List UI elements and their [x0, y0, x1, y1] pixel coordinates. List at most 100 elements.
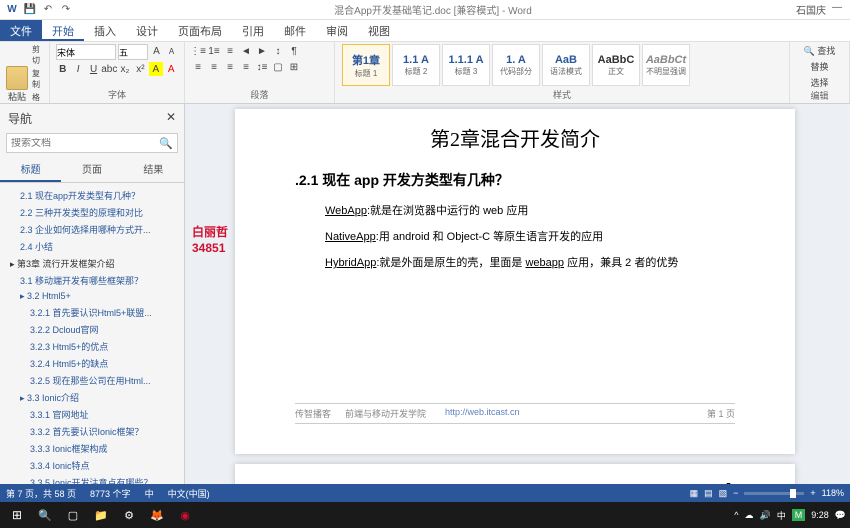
align-right-button[interactable]: ≡	[223, 60, 237, 74]
style-code[interactable]: 1. A代码部分	[492, 44, 540, 86]
undo-icon[interactable]: ↶	[40, 2, 56, 18]
firefox-icon[interactable]: 🦊	[144, 504, 170, 526]
style-heading3[interactable]: 1.1.1 A标题 3	[442, 44, 490, 86]
nav-heading-item[interactable]: 2.4 小结	[2, 238, 182, 255]
redo-icon[interactable]: ↷	[58, 2, 74, 18]
multilevel-button[interactable]: ≡	[223, 44, 237, 58]
status-page[interactable]: 第 7 页，共 58 页	[6, 487, 76, 500]
tab-design[interactable]: 设计	[126, 20, 168, 41]
status-language[interactable]: 中文(中国)	[168, 487, 210, 500]
strike-button[interactable]: abc	[102, 62, 116, 76]
nav-close-icon[interactable]: ✕	[166, 110, 176, 127]
zoom-slider[interactable]	[744, 492, 804, 495]
nav-heading-item[interactable]: 3.3.4 Ionic特点	[2, 457, 182, 474]
grow-font-icon[interactable]: A	[150, 44, 163, 58]
paste-button[interactable]: 粘贴	[6, 66, 28, 103]
nav-heading-item[interactable]: 3.1 移动端开发有哪些框架那？	[2, 272, 182, 289]
highlight-button[interactable]: A	[149, 62, 162, 76]
font-size-select[interactable]	[118, 44, 148, 60]
explorer-icon[interactable]: 📁	[88, 504, 114, 526]
clock[interactable]: 9:28	[811, 510, 829, 520]
justify-button[interactable]: ≡	[239, 60, 253, 74]
sort-button[interactable]: ↕	[271, 44, 285, 58]
nav-heading-item[interactable]: 3.3.5 Ionic开发注意点有哪些？	[2, 474, 182, 484]
indent-dec-button[interactable]: ◄	[239, 44, 253, 58]
tray-cloud-icon[interactable]: ☁	[745, 510, 754, 521]
search-button[interactable]: 🔍	[32, 504, 58, 526]
nav-heading-item[interactable]: ▸ 3.3 Ionic介绍	[2, 389, 182, 406]
nav-heading-item[interactable]: ▸ 第3章 流行开发框架介绍	[2, 255, 182, 272]
replace-button[interactable]: 替换	[810, 60, 828, 73]
nav-heading-item[interactable]: 3.2.1 首先要认识Html5+联盟...	[2, 304, 182, 321]
notifications-icon[interactable]: 💬	[835, 510, 846, 521]
tab-file[interactable]: 文件	[0, 20, 42, 41]
document-page-next[interactable]	[235, 464, 795, 484]
start-button[interactable]: ⊞	[4, 504, 30, 526]
cut-button[interactable]: 剪切	[32, 44, 43, 66]
tab-view[interactable]: 视图	[358, 20, 400, 41]
style-heading2[interactable]: 1.1 A标题 2	[392, 44, 440, 86]
nav-heading-item[interactable]: 2.3 企业如何选择用哪种方式开...	[2, 221, 182, 238]
search-input[interactable]	[11, 138, 159, 149]
nav-tab-headings[interactable]: 标题	[0, 157, 61, 182]
status-wordcount[interactable]: 8773 个字	[90, 487, 131, 500]
taskview-button[interactable]: ▢	[60, 504, 86, 526]
zoom-in-icon[interactable]: +	[810, 488, 815, 498]
zoom-out-icon[interactable]: −	[733, 488, 738, 498]
tab-review[interactable]: 审阅	[316, 20, 358, 41]
tab-layout[interactable]: 页面布局	[168, 20, 232, 41]
superscript-button[interactable]: x²	[134, 62, 147, 76]
search-icon[interactable]: 🔍	[159, 137, 173, 150]
tab-home[interactable]: 开始	[42, 20, 84, 41]
bold-button[interactable]: B	[56, 62, 69, 76]
select-button[interactable]: 选择	[810, 76, 828, 89]
nav-heading-item[interactable]: 3.3.1 官网地址	[2, 406, 182, 423]
shading-button[interactable]: ▢	[271, 60, 285, 74]
borders-button[interactable]: ⊞	[287, 60, 301, 74]
view-web-icon[interactable]: ▧	[719, 488, 728, 499]
copy-button[interactable]: 复制	[32, 68, 43, 90]
numbering-button[interactable]: 1≡	[207, 44, 221, 58]
view-read-icon[interactable]: ▤	[704, 488, 713, 499]
italic-button[interactable]: I	[71, 62, 84, 76]
tray-ime-icon[interactable]: 中	[777, 509, 786, 522]
nav-heading-item[interactable]: 3.2.2 Dcloud官网	[2, 321, 182, 338]
status-ime[interactable]: 中	[145, 487, 154, 500]
tray-sound-icon[interactable]: 🔊	[760, 510, 771, 521]
save-icon[interactable]: 💾	[22, 2, 38, 18]
tray-m-icon[interactable]: M	[792, 509, 806, 521]
show-marks-button[interactable]: ¶	[287, 44, 301, 58]
document-area[interactable]: 第2章混合开发简介 .2.1 现在 app 开发方类型有几种？ WebApp:就…	[185, 104, 850, 484]
nav-heading-item[interactable]: 3.3.2 首先要认识Ionic框架？	[2, 423, 182, 440]
align-left-button[interactable]: ≡	[191, 60, 205, 74]
view-print-icon[interactable]: ▦	[690, 488, 699, 499]
shrink-font-icon[interactable]: A	[165, 44, 178, 58]
tab-references[interactable]: 引用	[232, 20, 274, 41]
font-name-select[interactable]	[56, 44, 116, 60]
font-color-button[interactable]: A	[165, 62, 178, 76]
underline-button[interactable]: U	[87, 62, 100, 76]
style-heading1[interactable]: 第1章标题 1	[342, 44, 390, 86]
nav-heading-item[interactable]: 2.1 现在app开发类型有几种？	[2, 187, 182, 204]
style-syntax[interactable]: AaB语法模式	[542, 44, 590, 86]
nav-heading-item[interactable]: 3.2.4 Html5+的缺点	[2, 355, 182, 372]
nav-heading-item[interactable]: 2.2 三种开发类型的原理和对比	[2, 204, 182, 221]
tab-insert[interactable]: 插入	[84, 20, 126, 41]
tray-up-icon[interactable]: ^	[734, 510, 738, 520]
document-page[interactable]: 第2章混合开发简介 .2.1 现在 app 开发方类型有几种？ WebApp:就…	[235, 109, 795, 454]
nav-heading-item[interactable]: 3.2.5 现在那些公司在用Html...	[2, 372, 182, 389]
subscript-button[interactable]: x₂	[118, 62, 131, 76]
style-subtle[interactable]: AaBbCt不明显强调	[642, 44, 690, 86]
nav-heading-item[interactable]: 3.3.3 Ionic框架构成	[2, 440, 182, 457]
bullets-button[interactable]: ⋮≡	[191, 44, 205, 58]
find-button[interactable]: 🔍 查找	[804, 44, 836, 57]
indent-inc-button[interactable]: ►	[255, 44, 269, 58]
nav-tab-pages[interactable]: 页面	[61, 157, 122, 182]
nav-heading-item[interactable]: 3.2.3 Html5+的优点	[2, 338, 182, 355]
nav-tab-results[interactable]: 结果	[123, 157, 184, 182]
minimize-icon[interactable]: —	[832, 2, 842, 17]
align-center-button[interactable]: ≡	[207, 60, 221, 74]
tab-mailings[interactable]: 邮件	[274, 20, 316, 41]
app-icon[interactable]: ◉	[172, 504, 198, 526]
settings-icon[interactable]: ⚙	[116, 504, 142, 526]
